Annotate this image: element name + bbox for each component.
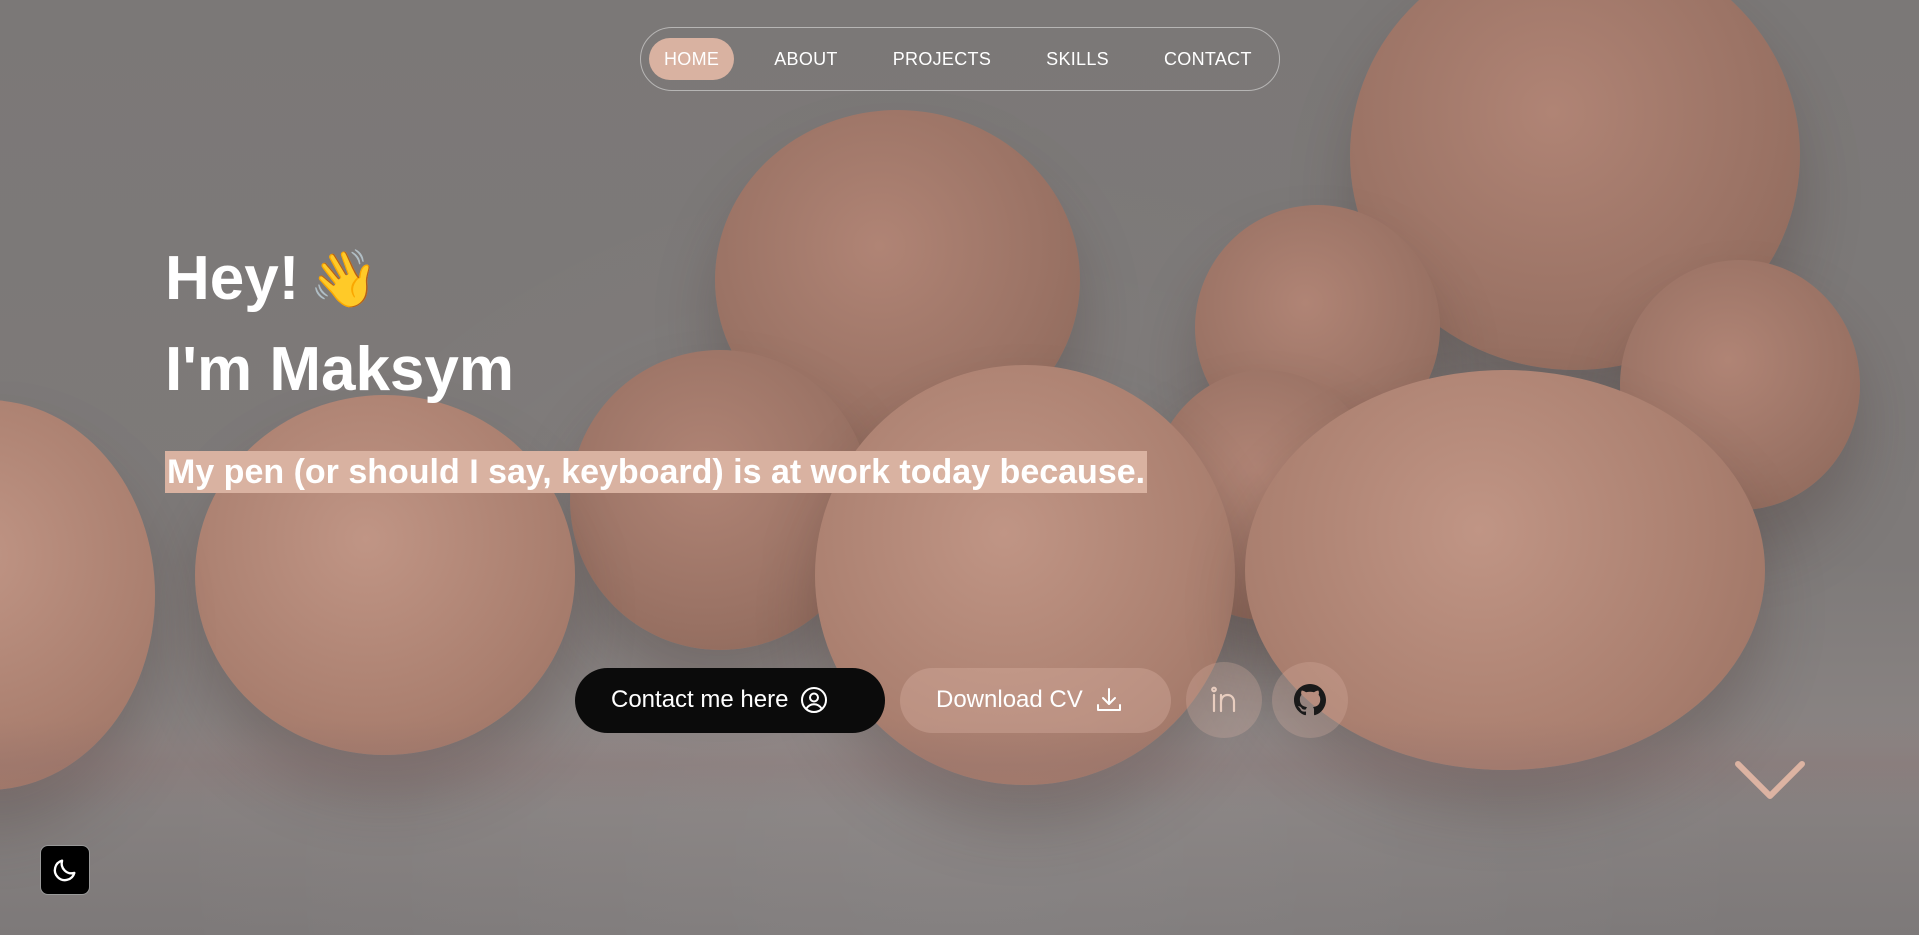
download-button-label: Download CV: [936, 686, 1083, 713]
scroll-down-button[interactable]: [1734, 758, 1806, 806]
hero-name: I'm Maksym: [165, 335, 515, 404]
download-cv-button[interactable]: Download CV: [900, 667, 1171, 733]
nav-item-skills[interactable]: SKILLS: [1031, 38, 1124, 80]
hero-tagline: My pen (or should I say, keyboard) is at…: [165, 451, 1148, 493]
nav-item-home[interactable]: HOME: [649, 38, 735, 80]
download-icon: [1095, 686, 1123, 714]
user-circle-icon: [800, 686, 828, 714]
nav-item-projects[interactable]: PROJECTS: [878, 38, 1006, 80]
hero-greeting: Hey! 👋: [165, 243, 379, 314]
waving-hand-icon: 👋: [309, 246, 380, 310]
hero-actions: Contact me here Download CV: [575, 662, 1348, 738]
nav-item-about[interactable]: ABOUT: [759, 38, 853, 80]
github-icon: [1294, 684, 1326, 716]
linkedin-icon: [1209, 685, 1239, 715]
background-sphere: [195, 395, 575, 755]
github-button[interactable]: [1272, 662, 1348, 738]
greeting-text: Hey!: [165, 244, 300, 313]
main-navigation: HOME ABOUT PROJECTS SKILLS CONTACT: [640, 27, 1280, 91]
contact-button-label: Contact me here: [611, 686, 789, 713]
moon-icon: [51, 856, 79, 884]
theme-toggle-button[interactable]: [40, 845, 90, 895]
nav-item-contact[interactable]: CONTACT: [1149, 38, 1267, 80]
chevron-down-icon: [1734, 758, 1806, 806]
contact-me-button[interactable]: Contact me here: [575, 667, 885, 733]
linkedin-button[interactable]: [1186, 662, 1262, 738]
